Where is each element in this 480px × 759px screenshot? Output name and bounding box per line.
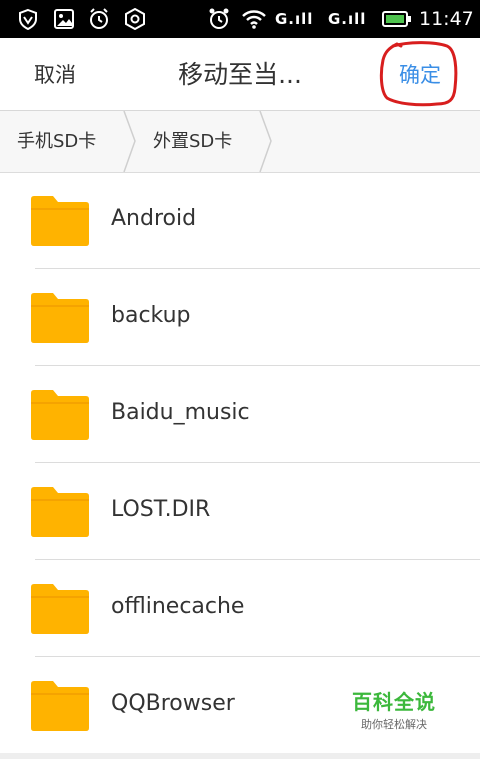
status-time: 11:47 (419, 8, 474, 30)
signal-1: G.ıll (275, 10, 314, 28)
red-circle-annotation (379, 41, 458, 107)
chevron-right-icon (123, 111, 136, 172)
folder-name: Android (111, 206, 197, 231)
bottom-edge (0, 753, 480, 759)
battery-icon (382, 7, 412, 31)
alarm-clock-icon (206, 7, 232, 31)
watermark-subtitle: 助你轻松解决 (361, 718, 427, 731)
page-title: 移动至当... (178, 60, 302, 89)
status-bar: G.ıll G.ıll 11:47 (0, 0, 480, 38)
folder-row-baidu-music[interactable]: Baidu_music (0, 366, 480, 463)
alarm-icon (87, 7, 111, 31)
cancel-button[interactable]: 取消 (34, 59, 76, 89)
folder-name: offlinecache (111, 594, 245, 619)
folder-icon (31, 293, 89, 343)
shield-v-icon (16, 7, 40, 31)
image-icon (52, 7, 76, 31)
folder-icon (31, 584, 89, 634)
watermark-title: 百科全说 (352, 690, 436, 714)
folder-icon (31, 390, 89, 440)
folder-name: backup (111, 303, 191, 328)
watermark: 百科全说 助你轻松解决 (346, 686, 442, 732)
folder-row-android[interactable]: Android (0, 172, 480, 269)
settings-hex-icon (123, 7, 147, 31)
folder-icon (31, 196, 89, 246)
wifi-icon (240, 7, 268, 31)
breadcrumb: 手机SD卡 外置SD卡 (0, 111, 480, 173)
folder-name: Baidu_music (111, 400, 250, 425)
folder-row-lost-dir[interactable]: LOST.DIR (0, 463, 480, 560)
folder-name: LOST.DIR (111, 497, 211, 522)
folder-row-offlinecache[interactable]: offlinecache (0, 560, 480, 657)
chevron-right-icon (259, 111, 272, 172)
folder-name: QQBrowser (111, 691, 235, 716)
breadcrumb-item-external-sd[interactable]: 外置SD卡 (153, 111, 232, 172)
signal-2: G.ıll (328, 10, 367, 28)
folder-icon (31, 487, 89, 537)
folder-icon (31, 681, 89, 731)
breadcrumb-item-phone-sd[interactable]: 手机SD卡 (17, 111, 96, 172)
folder-row-backup[interactable]: backup (0, 269, 480, 366)
